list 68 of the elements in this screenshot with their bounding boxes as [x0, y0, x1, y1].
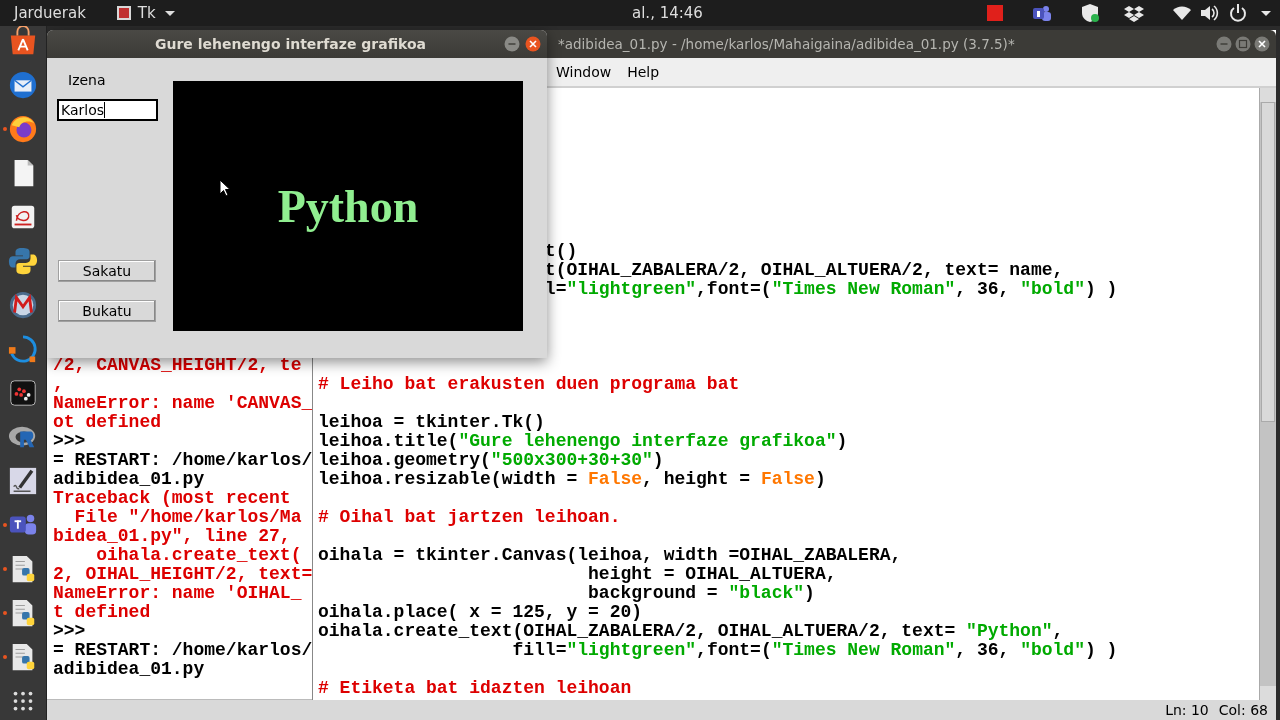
field-label: Izena — [68, 72, 106, 88]
pointer-icon — [219, 179, 231, 197]
shell-line: >>> — [53, 622, 87, 641]
code-line: t(OIHAL_ZABALERA/2, OIHAL_ALTUERA/2, text= name, — [544, 260, 1064, 280]
python-icon[interactable] — [8, 246, 38, 276]
code-line: # Leiho bat erakusten duen programa bat — [318, 374, 740, 394]
shield-icon[interactable] — [1080, 3, 1100, 23]
shell-line: NameError: name 'OIHAL_ — [53, 584, 303, 603]
minimize-button[interactable] — [504, 36, 520, 52]
ring-icon[interactable] — [8, 334, 38, 364]
canvas-text: Python — [277, 179, 419, 233]
shell-line: , — [53, 375, 65, 394]
box-icon[interactable] — [1124, 3, 1144, 23]
minimize-button[interactable] — [1216, 36, 1232, 52]
shell-line: /2, CANVAS_HEIGHT/2, te — [53, 356, 303, 375]
activities-button[interactable]: Jarduerak — [14, 4, 86, 22]
code-line: leihoa = tkinter.Tk() — [318, 412, 545, 432]
volume-icon[interactable] — [1199, 3, 1219, 23]
code-line: leihoa.geometry("500x300+30+30") — [318, 450, 664, 470]
code-line: l="lightgreen",font=("Times New Roman", 36, "bold") ) — [544, 279, 1118, 299]
action-button[interactable]: Bukatu — [58, 300, 156, 322]
shell-line: t defined — [53, 603, 152, 622]
shell-line: = RESTART: /home/karlos/ — [53, 641, 312, 660]
power-icon[interactable] — [1228, 3, 1248, 23]
code-line: oihala.place( x = 125, y = 20) — [318, 602, 643, 622]
bag-icon[interactable] — [8, 26, 38, 56]
shell-line: adibidea_01.py — [53, 660, 206, 679]
square-icon[interactable] — [985, 3, 1005, 23]
scrollbar[interactable] — [1259, 88, 1276, 700]
shell-line: >>> — [53, 432, 87, 451]
shell-line: bidea_01.py", line 27, — [53, 527, 292, 546]
shell-line: ot defined — [53, 413, 163, 432]
code-line: oihala = tkinter.Canvas(leihoa, width =OIHAL_ZABALERA, — [318, 545, 902, 565]
code-line: oihala.create_text(OIHAL_ZABALERA/2, OIHAL_ALTUERA/2, text= "Python", — [318, 621, 1064, 641]
people-icon[interactable] — [1032, 3, 1052, 23]
window-title: *adibidea_01.py - /home/karlos/Mahaigaina/adibidea_01.py (3.7.5)* — [558, 36, 1015, 52]
code-line: fill="lightgreen",font=("Times New Roman", 36, "bold") ) — [511, 640, 1118, 660]
menu-item[interactable]: Help — [627, 64, 660, 80]
code-line: background = "black") — [587, 583, 815, 603]
browser-icon[interactable] — [8, 114, 38, 144]
code-line: leihoa.title("Gure lehenengo interfaze grafikoa") — [318, 431, 848, 451]
dots-icon[interactable] — [8, 378, 38, 408]
code-line: # Oihal bat jartzen leihoan. — [318, 507, 621, 527]
action-button[interactable]: Sakatu — [58, 260, 156, 282]
pen-icon[interactable] — [8, 466, 38, 496]
shell-line: 2, OIHAL_HEIGHT/2, text= — [53, 565, 312, 584]
shell-line: adibidea_01.py — [53, 470, 206, 489]
window-icon — [115, 5, 132, 21]
code-line: t() — [544, 241, 578, 261]
shell-line: Traceback (most recent — [53, 489, 292, 508]
window-title: Gure lehenengo interfaze grafikoa — [153, 36, 428, 52]
column-number: Col: 68 — [1218, 702, 1268, 718]
clock: al., 14:46 — [632, 4, 703, 22]
shell-line: = RESTART: /home/karlos/ — [53, 451, 312, 470]
close-button[interactable] — [1254, 36, 1270, 52]
mail-icon[interactable] — [8, 70, 38, 100]
menu-item[interactable]: Window — [556, 64, 612, 80]
shell-line: File "/home/karlos/Ma — [73, 508, 303, 527]
code-line: height = OIHAL_ALTUERA, — [587, 564, 837, 584]
code-line: # Etiketa bat idazten leihoan — [318, 678, 632, 698]
line-number: Ln: 10 — [1165, 702, 1209, 718]
shell-line: oihala.create_text( — [95, 546, 303, 565]
app-menu[interactable]: Tk — [137, 4, 156, 22]
globe-icon[interactable] — [8, 290, 38, 320]
close-button[interactable] — [525, 36, 541, 52]
shell-line: NameError: name 'CANVAS_ — [53, 394, 312, 413]
code-line: leihoa.resizable(width = False, height = False) — [318, 469, 826, 489]
text-field[interactable]: Karlos — [57, 99, 158, 121]
